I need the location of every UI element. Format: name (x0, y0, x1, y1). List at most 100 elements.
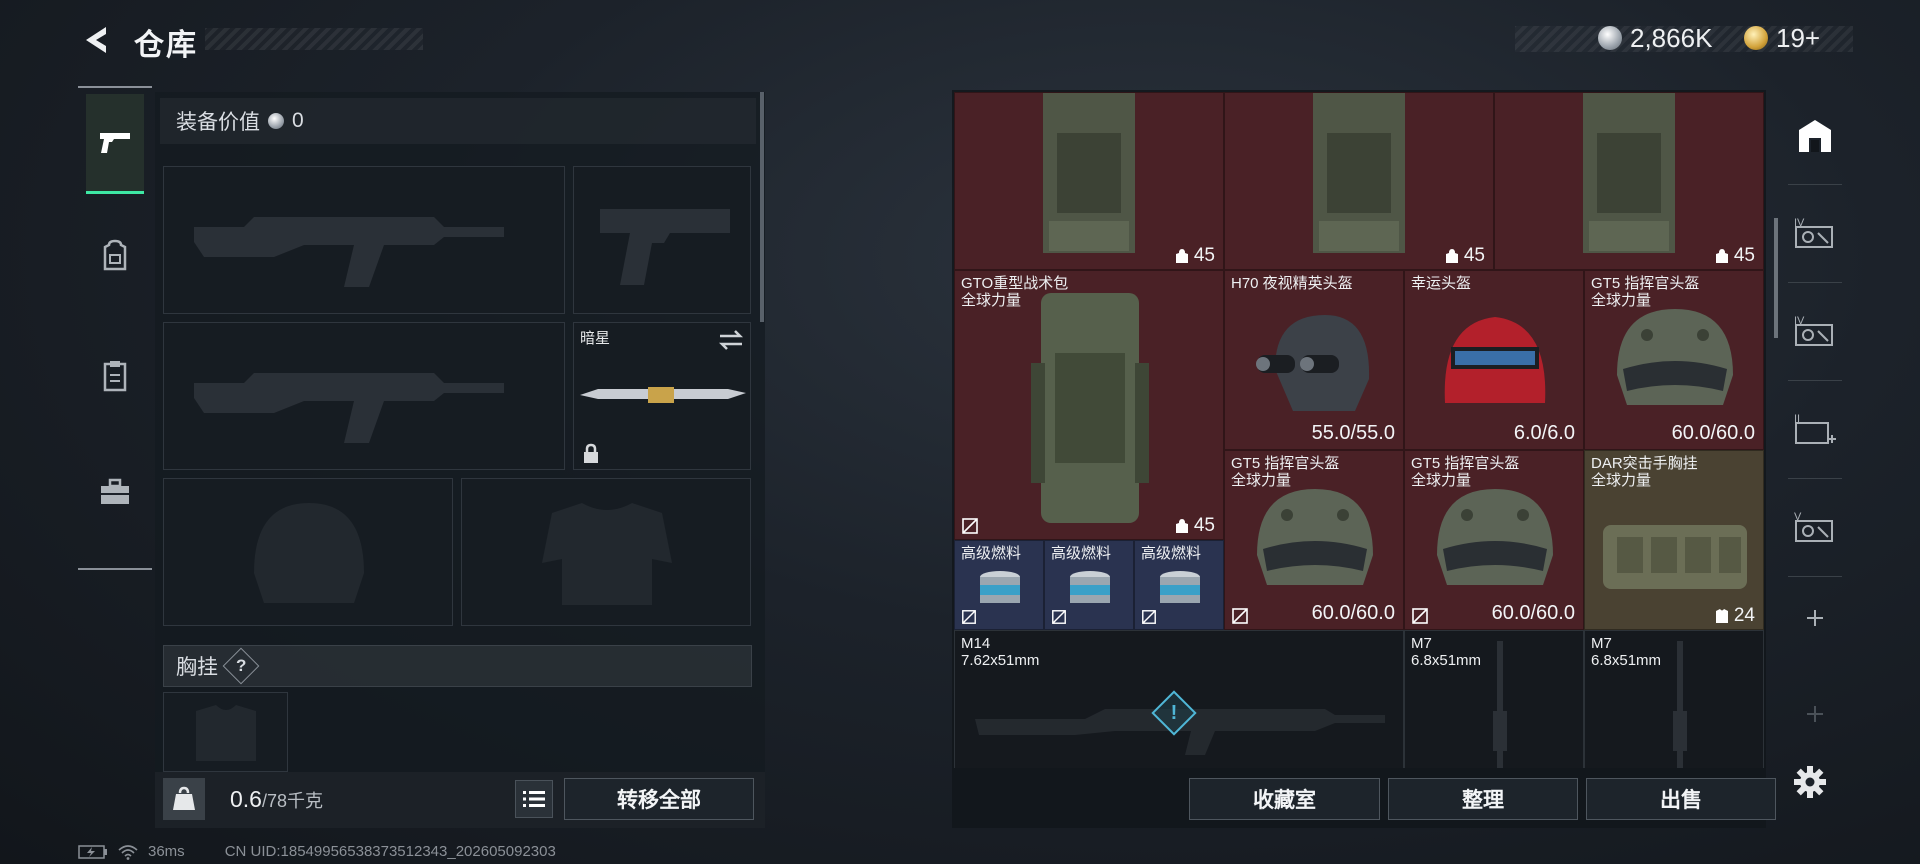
fuel-can-image (1160, 571, 1200, 603)
stash-item-backpack[interactable]: 45 (1494, 92, 1764, 270)
stash-item-fuel[interactable]: 高级燃料 (1134, 540, 1224, 630)
list-view-button[interactable] (515, 780, 553, 818)
no-insure-icon (1052, 610, 1066, 624)
rail-divider (78, 568, 152, 570)
filter-armor-v[interactable]: V (1778, 496, 1852, 560)
bag-icon (1175, 249, 1188, 263)
chevron-left-icon (86, 27, 106, 53)
transfer-all-button[interactable]: 转移全部 (564, 778, 754, 820)
sell-button[interactable]: 出售 (1586, 778, 1776, 820)
category-rail (78, 86, 152, 570)
primary-weapon-slot[interactable] (163, 166, 565, 314)
filter-medkit-ii[interactable]: II (1778, 398, 1852, 462)
plus-icon (1807, 610, 1823, 626)
stash-item-m7[interactable]: M7 6.8x51mm (1404, 630, 1584, 768)
filter-home[interactable] (1778, 104, 1852, 168)
stash-item-m7[interactable]: M7 6.8x51mm (1584, 630, 1764, 768)
tab-weapons[interactable] (86, 94, 144, 194)
backpack-image (1583, 93, 1675, 253)
medkit-filter-icon: II (1794, 413, 1836, 444)
tab-clipboard[interactable] (86, 326, 144, 426)
filter-armor-iv[interactable]: IV (1778, 202, 1852, 266)
help-icon[interactable]: ? (222, 647, 260, 685)
armor-slot[interactable] (461, 478, 751, 626)
item-title: M14 7.62x51mm (961, 635, 1040, 669)
battery-icon (78, 844, 107, 859)
item-title: DAR突击手胸挂 全球力量 (1591, 455, 1698, 489)
stash-filter-rail: IV IV II V (1778, 92, 1852, 752)
stash-item-helmet-gt5[interactable]: GT5 指挥官头盔 全球力量 60.0/60.0 (1404, 450, 1584, 630)
bag-icon (1175, 519, 1188, 533)
page-title: 仓库 (134, 29, 198, 62)
settings-button[interactable] (1790, 762, 1830, 802)
vest-silhouette-icon (542, 503, 672, 605)
rifle-image (1673, 641, 1687, 768)
swap-icon[interactable] (718, 329, 744, 351)
loadout-scrollbar[interactable] (760, 92, 764, 322)
clipboard-icon (103, 361, 127, 392)
rig-silhouette-icon (196, 705, 256, 761)
back-button[interactable] (78, 20, 112, 60)
status-bar: 36ms CN UID:18549956538373512343_2026050… (78, 843, 556, 860)
no-insure-icon (962, 610, 976, 624)
item-durability: 60.0/60.0 (1311, 602, 1395, 624)
helmet-slot[interactable] (163, 478, 453, 626)
stash-item-helmet-gt5[interactable]: GT5 指挥官头盔 全球力量 60.0/60.0 (1224, 450, 1404, 630)
gold-coin-icon (1744, 26, 1768, 50)
chest-rig-label: 胸挂 (176, 656, 218, 679)
melee-slot[interactable]: 暗星 (573, 322, 751, 470)
item-capacity: 45 (1174, 515, 1215, 537)
stash-item-backpack[interactable]: 45 (1224, 92, 1494, 270)
stash-item-helmet-lucky[interactable]: 幸运头盔 6.0/6.0 (1404, 270, 1584, 450)
stash-item-fuel[interactable]: 高级燃料 (954, 540, 1044, 630)
no-insure-icon (962, 518, 978, 534)
stash-item-gto-backpack[interactable]: GTO重型战术包 全球力量 45 (954, 270, 1224, 540)
collection-room-button[interactable]: 收藏室 (1189, 778, 1380, 820)
lock-icon (584, 443, 598, 463)
silver-coin-icon (1598, 26, 1622, 50)
silver-coin-icon (268, 113, 284, 129)
primary-weapon-slot-2[interactable] (163, 322, 565, 470)
stash-item-chest-rig-dar[interactable]: DAR突击手胸挂 全球力量 24 (1584, 450, 1764, 630)
gold-currency[interactable]: 19+ (1744, 22, 1820, 54)
home-filter-icon (1799, 120, 1831, 152)
filter-divider (1788, 380, 1842, 381)
helmet-silhouette-icon (254, 503, 364, 603)
weight-icon (163, 778, 205, 820)
stash-grid: 45 45 45 GTO重型战术包 全球力量 45 高级燃料 高级燃料 高级燃料… (954, 92, 1766, 768)
ping-readout: 36ms (148, 843, 185, 860)
equipment-value-label: 装备价值 (176, 111, 260, 134)
item-capacity: 45 (1714, 245, 1755, 267)
stash-item-backpack[interactable]: 45 (954, 92, 1224, 270)
chest-rig-image (1603, 525, 1747, 589)
chest-rig-section: 胸挂 ? (163, 645, 752, 687)
rifle-image (1493, 641, 1507, 768)
chest-rig-slot[interactable] (163, 692, 288, 772)
weight-readout: 0.6/78千克 (230, 786, 323, 813)
gear-icon (1794, 766, 1826, 798)
tab-backpack[interactable] (86, 206, 144, 306)
no-insure-icon (1412, 608, 1428, 624)
equipment-value: 0 (292, 109, 304, 132)
equipment-value-header: 装备价值 0 (160, 98, 756, 144)
weight-current: 0.6 (230, 786, 262, 812)
vest-icon (1715, 609, 1728, 623)
stash-item-m14[interactable]: M14 7.62x51mm ! (954, 630, 1404, 768)
backpack-image (1313, 93, 1405, 253)
plus-icon (1807, 706, 1823, 722)
uid-readout: CN UID:18549956538373512343_202605092303 (224, 843, 556, 860)
stash-item-helmet-h70[interactable]: H70 夜视精英头盔 55.0/55.0 (1224, 270, 1404, 450)
pistol-icon (100, 132, 130, 153)
sidearm-slot[interactable] (573, 166, 751, 314)
stash-item-helmet-gt5[interactable]: GT5 指挥官头盔 全球力量 60.0/60.0 (1584, 270, 1764, 450)
item-title: M7 6.8x51mm (1411, 635, 1482, 669)
add-filter-button[interactable] (1778, 586, 1852, 650)
fuel-can-image (1070, 571, 1110, 603)
tab-toolbox[interactable] (86, 442, 144, 542)
wifi-icon (118, 844, 138, 860)
filter-armor-iv-b[interactable]: IV (1778, 300, 1852, 364)
stash-item-fuel[interactable]: 高级燃料 (1044, 540, 1134, 630)
silver-currency: 2,866K (1598, 22, 1712, 54)
organize-button[interactable]: 整理 (1388, 778, 1578, 820)
bag-icon (1445, 249, 1458, 263)
